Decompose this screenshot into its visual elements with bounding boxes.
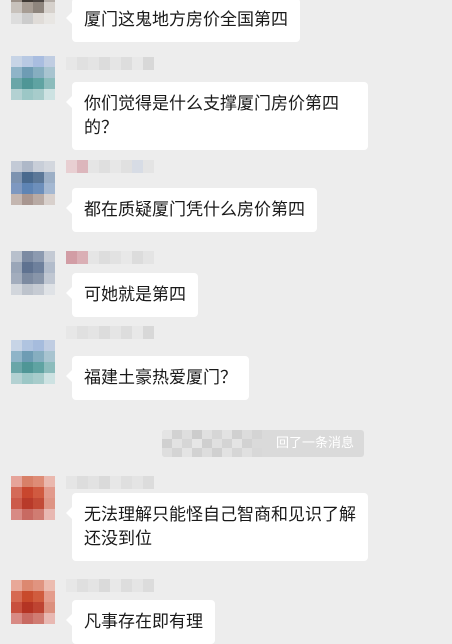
avatar[interactable] — [11, 340, 55, 384]
message-text: 无法理解只能怪自己智商和见识了解还没到位 — [84, 505, 356, 549]
sender-name — [66, 160, 154, 173]
message-bubble[interactable]: 福建土豪热爱厦门？ — [66, 356, 249, 400]
message-text: 凡事存在即有理 — [84, 612, 203, 632]
message-bubble[interactable]: 凡事存在即有理 — [66, 600, 215, 644]
message-bubble[interactable]: 你们觉得是什么支撑厦门房价第四的？ — [66, 82, 368, 150]
message-bubble[interactable]: 厦门这鬼地方房价全国第四 — [66, 0, 300, 42]
message-text: 可她就是第四 — [84, 285, 186, 305]
avatar[interactable] — [11, 161, 55, 205]
message-bubble[interactable]: 可她就是第四 — [66, 273, 198, 317]
sender-name — [66, 57, 154, 70]
notice-text: 回了一条消息 — [275, 436, 354, 451]
avatar[interactable] — [11, 476, 55, 520]
message-text: 福建土豪热爱厦门？ — [84, 368, 237, 388]
avatar[interactable] — [11, 251, 55, 295]
message-text: 都在质疑厦门凭什么房价第四 — [84, 200, 305, 220]
sender-name — [66, 326, 154, 339]
avatar[interactable] — [11, 0, 55, 24]
message-text: 你们觉得是什么支撑厦门房价第四的？ — [84, 94, 339, 138]
system-notice[interactable]: 回了一条消息 — [162, 430, 364, 457]
message-bubble[interactable]: 无法理解只能怪自己智商和见识了解还没到位 — [66, 493, 368, 561]
message-bubble[interactable]: 都在质疑厦门凭什么房价第四 — [66, 188, 317, 232]
avatar[interactable] — [11, 56, 55, 100]
sender-name — [66, 579, 154, 592]
sender-name — [66, 476, 154, 489]
message-text: 厦门这鬼地方房价全国第四 — [84, 10, 288, 30]
avatar[interactable] — [11, 580, 55, 624]
sender-name — [66, 251, 154, 264]
notice-name-mosaic — [162, 430, 262, 457]
